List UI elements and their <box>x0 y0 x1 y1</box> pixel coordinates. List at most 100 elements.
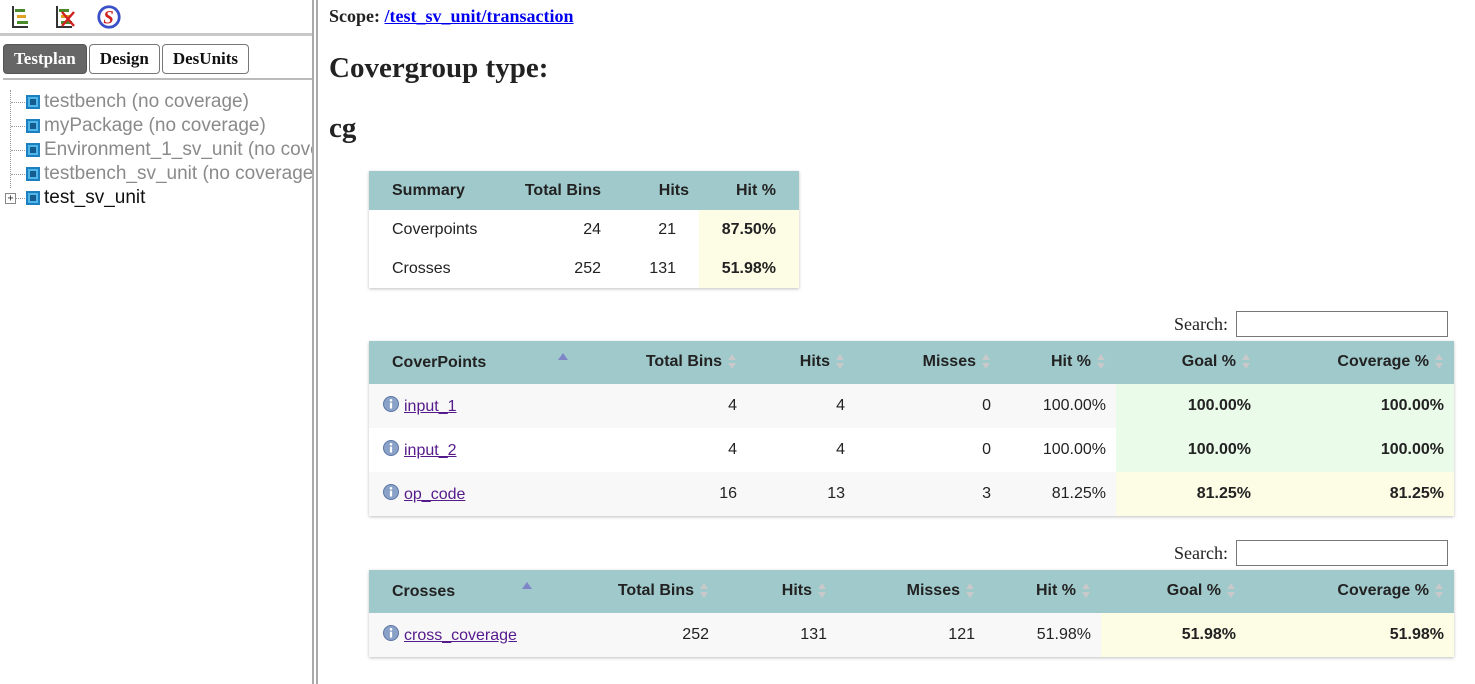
crosses-search: Search: <box>1174 540 1448 566</box>
table-row: cross_coverage 252 131 121 51.98% 51.98%… <box>369 613 1454 657</box>
misses-cell: 3 <box>855 472 1001 516</box>
instance-icon <box>26 143 40 157</box>
tree-item-testbench[interactable]: testbench (no coverage) <box>0 90 312 114</box>
hits-cell: 131 <box>719 613 837 657</box>
goal-pct-cell: 100.00% <box>1116 428 1261 472</box>
sort-icon <box>1227 582 1236 600</box>
info-icon[interactable] <box>383 396 399 412</box>
tree-item-environment-1-sv-unit[interactable]: Environment_1_sv_unit (no coverage) <box>0 138 312 162</box>
summary-hits: 21 <box>611 210 699 249</box>
table-row: input_2 4 4 0 100.00% 100.00% 100.00% <box>369 428 1454 472</box>
col-goal-pct-label: Goal % <box>1181 353 1236 371</box>
info-icon[interactable] <box>383 440 399 456</box>
coverpoints-search: Search: <box>1174 311 1448 337</box>
info-icon[interactable] <box>383 484 399 500</box>
col-goal-pct[interactable]: Goal % <box>1116 341 1261 384</box>
navigation-pane: S Testplan Design DesUnits testbench (no… <box>0 0 312 684</box>
summary-total-bins: 252 <box>509 249 611 288</box>
coverpoint-name-cell: input_2 <box>369 428 614 472</box>
tree-item-testbench-sv-unit[interactable]: testbench_sv_unit (no coverage) <box>0 162 312 186</box>
coverpoints-header-row: CoverPoints Total Bins Hits Misses Hit %… <box>369 341 1454 384</box>
crosses-table: Crosses Total Bins Hits Misses Hit % Goa… <box>369 570 1454 657</box>
col-total-bins[interactable]: Total Bins <box>614 341 747 384</box>
total-bins-cell: 16 <box>614 472 747 516</box>
goal-pct-cell: 51.98% <box>1101 613 1246 657</box>
tree-item-label: testbench_sv_unit (no coverage) <box>44 163 312 184</box>
col-coverage-pct-label: Coverage % <box>1337 582 1429 600</box>
col-coverpoints[interactable]: CoverPoints <box>369 341 614 384</box>
col-goal-pct[interactable]: Goal % <box>1101 570 1246 613</box>
total-bins-cell: 4 <box>614 428 747 472</box>
col-crosses[interactable]: Crosses <box>369 570 587 613</box>
col-coverage-pct-label: Coverage % <box>1337 353 1429 371</box>
total-bins-cell: 4 <box>614 384 747 428</box>
coverage-pct-cell: 100.00% <box>1261 428 1454 472</box>
sort-icon <box>1242 353 1251 371</box>
hit-pct-cell: 100.00% <box>1001 428 1116 472</box>
crosses-search-input[interactable] <box>1235 540 1448 566</box>
hits-cell: 4 <box>747 428 855 472</box>
coverpoint-link[interactable]: op_code <box>404 486 465 503</box>
sort-icon <box>1435 582 1444 600</box>
sort-icon <box>818 582 827 600</box>
coverpoint-link[interactable]: input_1 <box>404 398 457 415</box>
cross-name-cell: cross_coverage <box>369 613 587 657</box>
col-hit-pct[interactable]: Hit % <box>1001 341 1116 384</box>
tab-testplan[interactable]: Testplan <box>3 44 87 74</box>
sort-icon <box>836 353 845 371</box>
cross-link[interactable]: cross_coverage <box>404 627 517 644</box>
expand-icon[interactable]: + <box>5 193 16 204</box>
scope-link[interactable]: /test_sv_unit/transaction <box>385 6 574 26</box>
tree-expand-icon[interactable] <box>8 3 34 31</box>
hits-cell: 13 <box>747 472 855 516</box>
tree-item-test-sv-unit[interactable]: + test_sv_unit <box>0 186 312 210</box>
col-hits[interactable]: Hits <box>719 570 837 613</box>
col-hits[interactable]: Hits <box>747 341 855 384</box>
instance-icon <box>26 167 40 181</box>
hit-pct-cell: 81.25% <box>1001 472 1116 516</box>
summary-header-row: Summary Total Bins Hits Hit % <box>369 171 799 210</box>
tree-item-mypackage[interactable]: myPackage (no coverage) <box>0 114 312 138</box>
coverage-logo-icon[interactable]: S <box>96 3 122 31</box>
tree-item-label: test_sv_unit <box>44 187 146 208</box>
coverage-pct-cell: 51.98% <box>1246 613 1454 657</box>
col-total-bins: Total Bins <box>509 171 611 210</box>
tab-desunits[interactable]: DesUnits <box>161 44 250 74</box>
view-tabs: Testplan Design DesUnits <box>0 36 312 78</box>
col-coverage-pct[interactable]: Coverage % <box>1261 341 1454 384</box>
sort-ascending-icon <box>558 353 568 371</box>
col-crosses-label: Crosses <box>392 582 456 600</box>
summary-name: Coverpoints <box>369 210 509 249</box>
col-hit-pct: Hit % <box>699 171 799 210</box>
summary-hit-pct: 51.98% <box>699 249 799 288</box>
col-hit-pct[interactable]: Hit % <box>985 570 1101 613</box>
misses-cell: 121 <box>837 613 985 657</box>
coverpoints-search-input[interactable] <box>1235 311 1448 337</box>
sort-icon <box>1435 353 1444 371</box>
tree-collapse-icon[interactable] <box>52 3 78 31</box>
coverpoint-name-cell: op_code <box>369 472 614 516</box>
coverage-pct-cell: 81.25% <box>1261 472 1454 516</box>
col-misses[interactable]: Misses <box>837 570 985 613</box>
misses-cell: 0 <box>855 428 1001 472</box>
sort-ascending-icon <box>522 582 532 600</box>
col-hit-pct-label: Hit % <box>1036 582 1076 600</box>
info-icon[interactable] <box>383 625 399 641</box>
sort-icon <box>728 353 737 371</box>
coverage-pct-cell: 100.00% <box>1261 384 1454 428</box>
coverpoint-link[interactable]: input_2 <box>404 442 457 459</box>
col-misses[interactable]: Misses <box>855 341 1001 384</box>
scope-label: Scope: <box>329 6 380 26</box>
sort-icon <box>966 582 975 600</box>
col-coverage-pct[interactable]: Coverage % <box>1246 570 1454 613</box>
col-summary: Summary <box>369 171 509 210</box>
table-row: op_code 16 13 3 81.25% 81.25% 81.25% <box>369 472 1454 516</box>
col-total-bins[interactable]: Total Bins <box>587 570 719 613</box>
summary-name: Crosses <box>369 249 509 288</box>
col-hit-pct-label: Hit % <box>1051 353 1091 371</box>
summary-row-crosses: Crosses 252 131 51.98% <box>369 249 799 288</box>
design-tree: testbench (no coverage) myPackage (no co… <box>0 80 312 210</box>
coverpoint-name-cell: input_1 <box>369 384 614 428</box>
coverpoints-table: CoverPoints Total Bins Hits Misses Hit %… <box>369 341 1454 516</box>
tab-design[interactable]: Design <box>88 44 160 74</box>
